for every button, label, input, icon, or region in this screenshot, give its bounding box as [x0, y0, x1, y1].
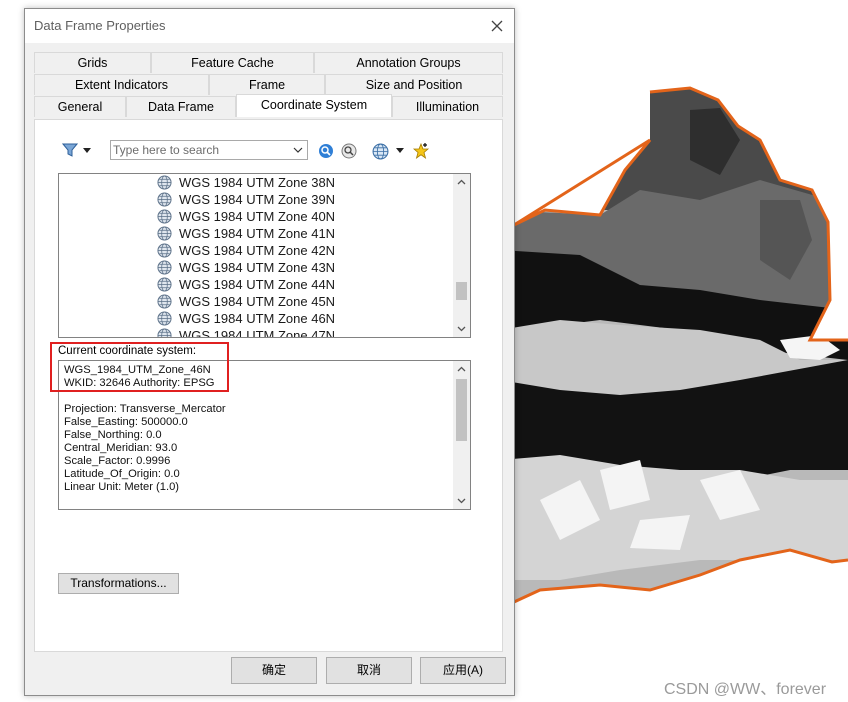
scroll-down-icon[interactable]	[453, 492, 470, 509]
list-item-label: WGS 1984 UTM Zone 43N	[179, 260, 336, 275]
globe-icon	[157, 260, 172, 275]
scroll-up-icon[interactable]	[453, 361, 470, 378]
globe-icon	[157, 192, 172, 207]
dropdown-arrow-icon[interactable]	[396, 148, 404, 153]
globe-icon	[157, 175, 172, 190]
close-icon[interactable]	[486, 15, 508, 37]
tab-frame[interactable]: Frame	[209, 74, 325, 95]
dropdown-arrow-icon[interactable]	[83, 148, 91, 153]
list-item-label: WGS 1984 UTM Zone 38N	[179, 175, 336, 190]
list-item-label: WGS 1984 UTM Zone 44N	[179, 277, 336, 292]
list-item-label: WGS 1984 UTM Zone 41N	[179, 226, 336, 241]
detail-line: Scale_Factor: 0.9996	[64, 455, 171, 467]
apply-button[interactable]: 应用(A)	[420, 657, 506, 684]
list-item-label: WGS 1984 UTM Zone 46N	[179, 311, 336, 326]
globe-icon	[157, 294, 172, 309]
globe-icon	[157, 226, 172, 241]
tab-feature-cache[interactable]: Feature Cache	[151, 52, 314, 73]
detail-line: Projection: Transverse_Mercator	[64, 403, 226, 415]
tab-data-frame[interactable]: Data Frame	[126, 96, 236, 117]
list-scrollbar[interactable]	[453, 174, 470, 337]
search-input[interactable]	[113, 142, 287, 158]
watermark: CSDN @WW、forever	[664, 681, 827, 698]
tab-size-and-position[interactable]: Size and Position	[325, 74, 503, 95]
scroll-thumb[interactable]	[456, 282, 467, 300]
tab-extent-indicators[interactable]: Extent Indicators	[34, 74, 209, 95]
globe-icon[interactable]	[372, 143, 389, 160]
tab-coordinate-system[interactable]: Coordinate System	[236, 94, 392, 117]
scroll-down-icon[interactable]	[453, 320, 470, 337]
globe-icon	[157, 328, 172, 337]
list-item-label: WGS 1984 UTM Zone 47N	[179, 328, 336, 338]
chevron-down-icon[interactable]	[290, 142, 306, 158]
list-item-label: WGS 1984 UTM Zone 45N	[179, 294, 336, 309]
scroll-thumb[interactable]	[456, 379, 467, 441]
tab-general[interactable]: General	[34, 96, 126, 117]
tab-grids[interactable]: Grids	[34, 52, 151, 73]
details-scrollbar[interactable]	[453, 361, 470, 509]
detail-line: Linear Unit: Meter (1.0)	[64, 481, 180, 493]
add-favorite-icon[interactable]	[412, 142, 430, 160]
list-item-label: WGS 1984 UTM Zone 39N	[179, 192, 336, 207]
ok-button[interactable]: 确定	[231, 657, 317, 684]
dialog-title: Data Frame Properties	[34, 18, 166, 33]
data-frame-properties-dialog: Data Frame Properties Grids Feature Cach…	[24, 8, 515, 696]
search-box[interactable]	[110, 140, 308, 160]
detail-line: False_Easting: 500000.0	[64, 416, 188, 428]
scroll-up-icon[interactable]	[453, 174, 470, 191]
cancel-button[interactable]: 取消	[326, 657, 412, 684]
globe-icon	[157, 243, 172, 258]
coordinate-system-list[interactable]: WGS 1984 UTM Zone 38N WGS 1984 UTM Zone …	[58, 173, 471, 338]
globe-icon	[157, 209, 172, 224]
detail-line: Latitude_Of_Origin: 0.0	[64, 468, 180, 480]
tab-illumination[interactable]: Illumination	[392, 96, 503, 117]
globe-icon	[157, 311, 172, 326]
list-item-label: WGS 1984 UTM Zone 42N	[179, 243, 336, 258]
globe-icon	[157, 277, 172, 292]
title-bar: Data Frame Properties	[25, 9, 514, 43]
tab-annotation-groups[interactable]: Annotation Groups	[314, 52, 503, 73]
search-icon[interactable]	[318, 143, 334, 159]
clear-search-icon[interactable]	[341, 143, 357, 159]
filter-icon[interactable]	[62, 142, 78, 158]
highlight-annotation	[50, 342, 229, 392]
detail-line: Central_Meridian: 93.0	[64, 442, 178, 454]
list-item-label: WGS 1984 UTM Zone 40N	[179, 209, 336, 224]
detail-line: False_Northing: 0.0	[64, 429, 162, 441]
transformations-button[interactable]: Transformations...	[58, 573, 179, 594]
